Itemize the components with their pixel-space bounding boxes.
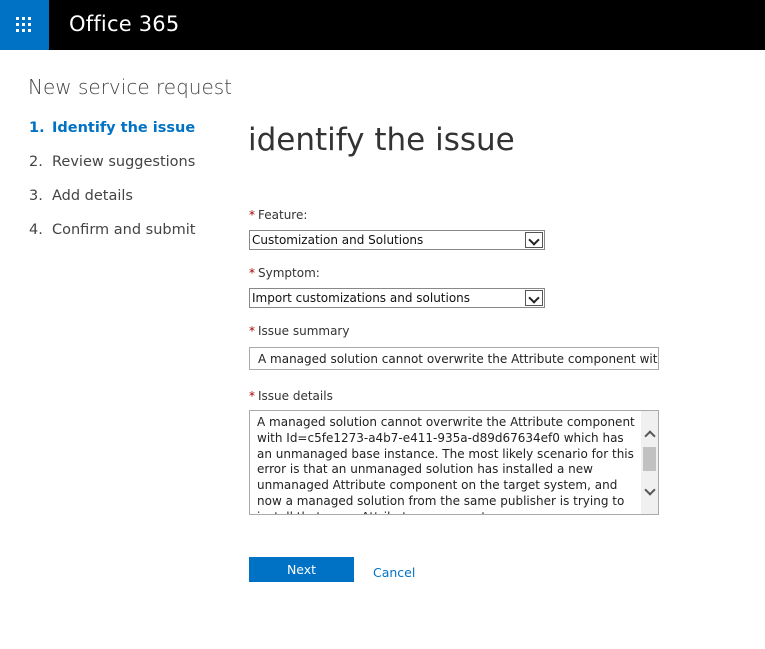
symptom-select[interactable]: Import customizations and solutions	[249, 288, 545, 308]
feature-label: * Feature:	[249, 208, 308, 222]
feature-select[interactable]: Customization and Solutions	[249, 230, 545, 250]
step-number: 4.	[29, 222, 43, 238]
step-label: Confirm and submit	[52, 222, 196, 238]
issue-details-textarea[interactable]: A managed solution cannot overwrite the …	[249, 410, 659, 515]
brand-title[interactable]: Office 365	[69, 12, 179, 36]
step-list: 1. Identify the issue 2. Review suggesti…	[29, 120, 195, 256]
step-label: Add details	[52, 188, 133, 204]
page-title: New service request	[28, 75, 233, 99]
step-label: Identify the issue	[52, 120, 196, 136]
chevron-down-icon[interactable]	[525, 232, 543, 248]
top-bar: Office 365	[0, 0, 765, 50]
chevron-down-icon[interactable]	[525, 290, 543, 306]
step-identify-issue[interactable]: 1. Identify the issue	[29, 120, 195, 154]
app-launcher-button[interactable]	[0, 0, 49, 50]
step-number: 1.	[29, 120, 45, 136]
step-add-details[interactable]: 3. Add details	[29, 188, 195, 222]
step-confirm-submit[interactable]: 4. Confirm and submit	[29, 222, 195, 256]
step-number: 2.	[29, 154, 43, 170]
required-marker: *	[249, 389, 255, 403]
issue-summary-label: * Issue summary	[249, 324, 350, 338]
waffle-grid-icon	[16, 17, 31, 32]
issue-details-label: * Issue details	[249, 389, 333, 403]
issue-details-text: A managed solution cannot overwrite the …	[257, 415, 635, 514]
feature-select-value: Customization and Solutions	[252, 233, 424, 247]
cancel-link[interactable]: Cancel	[373, 565, 415, 580]
issue-summary-input[interactable]: A managed solution cannot overwrite the …	[249, 347, 659, 370]
next-button[interactable]: Next	[249, 557, 354, 582]
scroll-up-icon[interactable]	[641, 425, 658, 442]
symptom-label: * Symptom:	[249, 266, 320, 280]
section-title: identify the issue	[248, 122, 515, 158]
step-number: 3.	[29, 188, 43, 204]
required-marker: *	[249, 324, 255, 338]
required-marker: *	[249, 208, 255, 222]
symptom-select-value: Import customizations and solutions	[252, 291, 471, 305]
scroll-thumb[interactable]	[643, 447, 656, 471]
required-marker: *	[249, 266, 255, 280]
step-review-suggestions[interactable]: 2. Review suggestions	[29, 154, 195, 188]
step-label: Review suggestions	[52, 154, 196, 170]
scroll-down-icon[interactable]	[641, 483, 658, 500]
textarea-scrollbar[interactable]	[641, 411, 658, 514]
